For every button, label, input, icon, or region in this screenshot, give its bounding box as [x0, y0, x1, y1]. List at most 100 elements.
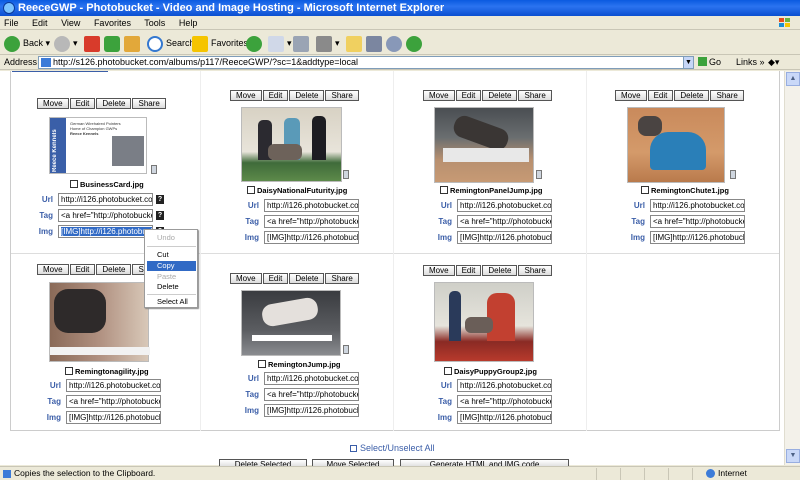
- trash-icon[interactable]: [343, 345, 349, 354]
- menu-file[interactable]: File: [4, 18, 19, 28]
- context-paste[interactable]: Paste: [147, 272, 196, 282]
- img-field[interactable]: [IMG]http://i126.photobucket.com: [264, 231, 359, 244]
- thumbnail-remington-jump[interactable]: [241, 290, 341, 356]
- context-undo[interactable]: Undo: [147, 233, 196, 243]
- trash-icon[interactable]: [151, 165, 157, 174]
- scroll-down-button[interactable]: ▼: [786, 449, 800, 463]
- delete-button[interactable]: Delete: [289, 273, 325, 284]
- favorites-button[interactable]: Favorites: [192, 34, 248, 52]
- norton-icon[interactable]: ◆▾: [768, 55, 779, 70]
- delete-button[interactable]: Delete: [482, 265, 518, 276]
- url-field[interactable]: http://i126.photobucket.com: [264, 372, 359, 385]
- delete-button[interactable]: Delete: [96, 264, 132, 275]
- scroll-up-button[interactable]: ▲: [786, 72, 800, 86]
- tag-field[interactable]: <a href="http://photobucket.com: [264, 215, 359, 228]
- img-field[interactable]: [IMG]http://i126.photobucket.com: [457, 411, 552, 424]
- url-field[interactable]: http://i126.photobucket.com: [264, 199, 359, 212]
- tag-field[interactable]: <a href="http://photobucket.com: [457, 395, 552, 408]
- url-field[interactable]: http://i126.photobucket.com: [58, 193, 153, 206]
- trash-icon[interactable]: [343, 170, 349, 179]
- tag-field[interactable]: <a href="http://photobucket.com: [264, 388, 359, 401]
- select-unselect-all[interactable]: Select/Unselect All: [350, 443, 435, 453]
- select-checkbox[interactable]: [65, 367, 73, 375]
- share-button[interactable]: Share: [710, 90, 744, 101]
- img-field-selected[interactable]: [IMG]http://i126.photobucket.com: [58, 225, 153, 238]
- select-checkbox[interactable]: [641, 186, 649, 194]
- vertical-scrollbar[interactable]: ▲ ▼: [784, 71, 800, 465]
- edit-button[interactable]: Edit: [69, 98, 96, 109]
- help-icon[interactable]: ?: [156, 195, 164, 204]
- folder-button[interactable]: [346, 34, 365, 52]
- img-field[interactable]: [IMG]http://i126.photobucket.com: [650, 231, 745, 244]
- tag-field[interactable]: <a href="http://photobucket.com: [457, 215, 552, 228]
- move-button[interactable]: Move: [423, 90, 455, 101]
- edit-button[interactable]: Edit: [455, 265, 482, 276]
- research-button[interactable]: [366, 34, 385, 52]
- img-field[interactable]: [IMG]http://i126.photobucket.com: [66, 411, 161, 424]
- tag-field[interactable]: <a href="http://photobucket.com: [66, 395, 161, 408]
- move-button[interactable]: Move: [230, 273, 262, 284]
- share-button[interactable]: Share: [518, 90, 552, 101]
- go-button[interactable]: Go: [698, 55, 721, 70]
- messenger-button[interactable]: [386, 34, 405, 52]
- tag-field[interactable]: <a href="http://photobucket.com: [58, 209, 153, 222]
- select-all-checkbox[interactable]: [350, 445, 357, 452]
- menu-edit[interactable]: Edit: [32, 18, 48, 28]
- menu-favorites[interactable]: Favorites: [94, 18, 131, 28]
- edit-button[interactable]: Edit: [455, 90, 482, 101]
- forward-button[interactable]: ▾: [54, 34, 78, 52]
- select-checkbox[interactable]: [444, 367, 452, 375]
- share-button[interactable]: Share: [325, 273, 359, 284]
- edit-button[interactable]: Edit: [262, 90, 289, 101]
- select-checkbox[interactable]: [258, 360, 266, 368]
- stop-button[interactable]: [84, 34, 103, 52]
- thumbnail-remington-panel-jump[interactable]: [434, 107, 534, 183]
- move-button[interactable]: Move: [423, 265, 455, 276]
- history-button[interactable]: [246, 34, 265, 52]
- menu-tools[interactable]: Tools: [144, 18, 165, 28]
- menu-view[interactable]: View: [61, 18, 80, 28]
- share-button[interactable]: Share: [325, 90, 359, 101]
- thumbnail-business-card[interactable]: Reece Kennels German Wirehaired Pointers…: [49, 117, 147, 174]
- move-button[interactable]: Move: [615, 90, 647, 101]
- img-field[interactable]: [IMG]http://i126.photobucket.com: [457, 231, 552, 244]
- select-checkbox[interactable]: [70, 180, 78, 188]
- context-delete[interactable]: Delete: [147, 282, 196, 292]
- edit-button[interactable]: Edit: [69, 264, 96, 275]
- thumbnail-remington-chute[interactable]: [627, 107, 725, 183]
- edit-button[interactable]: Edit: [262, 273, 289, 284]
- print-button[interactable]: [293, 34, 312, 52]
- contacts-button[interactable]: [406, 34, 425, 52]
- url-field[interactable]: http://i126.photobucket.com: [457, 379, 552, 392]
- tag-field[interactable]: <a href="http://photobucket.com: [650, 215, 745, 228]
- move-button[interactable]: Move: [37, 98, 69, 109]
- thumbnail-daisy-puppy-group[interactable]: [434, 282, 534, 362]
- url-field[interactable]: http://i126.photobucket.com: [457, 199, 552, 212]
- share-button[interactable]: Share: [132, 98, 166, 109]
- delete-button[interactable]: Delete: [96, 98, 132, 109]
- context-cut[interactable]: Cut: [147, 250, 196, 260]
- trash-icon[interactable]: [730, 170, 736, 179]
- url-field[interactable]: http://i126.photobucket.com: [650, 199, 745, 212]
- back-button[interactable]: Back ▾: [4, 34, 50, 52]
- move-button[interactable]: Move: [37, 264, 69, 275]
- refresh-button[interactable]: [104, 34, 123, 52]
- select-checkbox[interactable]: [247, 186, 255, 194]
- url-field[interactable]: http://i126.photobucket.com: [66, 379, 161, 392]
- help-icon[interactable]: ?: [156, 211, 164, 220]
- select-checkbox[interactable]: [440, 186, 448, 194]
- context-copy[interactable]: Copy: [147, 261, 196, 271]
- address-input[interactable]: http://s126.photobucket.com/albums/p117/…: [38, 56, 693, 69]
- img-field[interactable]: [IMG]http://i126.photobucket.com: [264, 404, 359, 417]
- address-dropdown[interactable]: ▼: [683, 56, 694, 69]
- thumbnail-daisy-national-futurity[interactable]: [241, 107, 342, 182]
- share-button[interactable]: Share: [518, 265, 552, 276]
- home-button[interactable]: [124, 34, 143, 52]
- delete-button[interactable]: Delete: [289, 90, 325, 101]
- mail-button[interactable]: ▾: [268, 34, 292, 52]
- links-button[interactable]: Links »: [736, 55, 765, 70]
- search-button[interactable]: Search: [147, 34, 195, 52]
- edit-page-button[interactable]: ▾: [316, 34, 340, 52]
- delete-button[interactable]: Delete: [482, 90, 518, 101]
- menu-help[interactable]: Help: [179, 18, 198, 28]
